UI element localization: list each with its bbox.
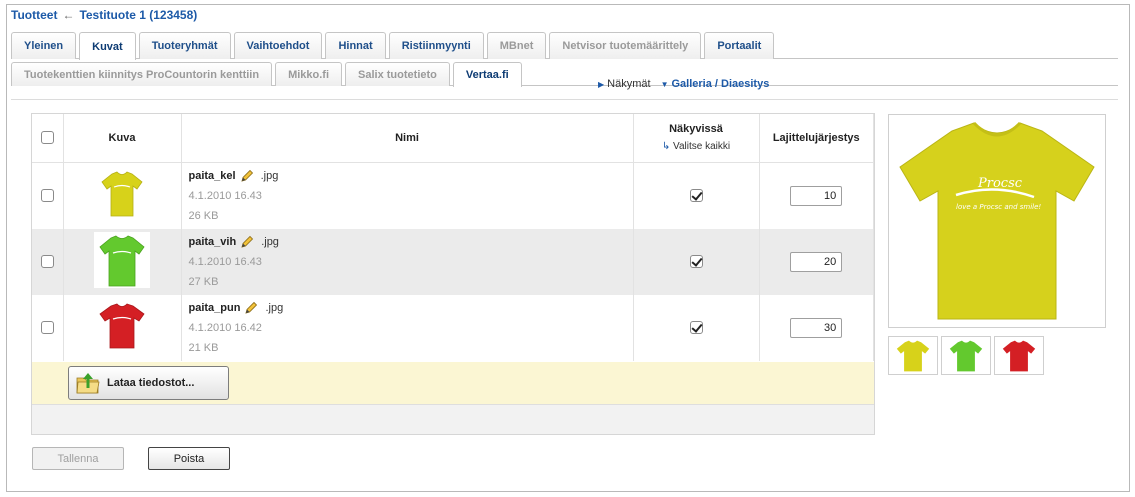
visible-checkbox[interactable] <box>689 255 703 268</box>
tab-yleinen[interactable]: Yleinen <box>11 32 77 59</box>
header-name: Nimi <box>181 114 634 163</box>
tab-vaihtoehdot[interactable]: Vaihtoehdot <box>233 32 323 59</box>
tshirt-icon <box>1002 340 1036 371</box>
tab-kuvat[interactable]: Kuvat <box>79 32 136 60</box>
tab-portaalit[interactable]: Portaalit <box>704 32 775 59</box>
tab-hinnat[interactable]: Hinnat <box>325 32 386 59</box>
upload-files-button[interactable]: Lataa tiedostot... <box>68 366 229 400</box>
row-checkbox[interactable] <box>40 189 54 202</box>
pencil-icon[interactable] <box>240 169 254 183</box>
order-input[interactable]: 10 <box>790 185 843 206</box>
header-visible-label: Näkyvissä <box>669 123 723 136</box>
upload-row: Lataa tiedostot... <box>32 362 874 404</box>
thumbnail-red[interactable] <box>994 336 1044 375</box>
table-row: paita_kel .jpg 4.1.2010 16.43 26 KB 10 <box>32 162 874 229</box>
upload-files-label: Lataa tiedostot... <box>107 377 195 389</box>
tshirt-icon <box>949 340 983 371</box>
preview-thumbnails <box>888 336 1044 375</box>
tab-procountor[interactable]: Tuotekenttien kiinnitys ProCountorin ken… <box>11 62 273 86</box>
delete-button[interactable]: Poista <box>148 447 230 470</box>
table-row: paita_pun .jpg 4.1.2010 16.42 21 KB 30 <box>32 294 874 361</box>
header-order: Lajittelujärjestys <box>759 114 874 163</box>
tshirt-thumbnail-icon[interactable] <box>94 232 150 288</box>
save-button[interactable]: Tallenna <box>32 447 124 470</box>
header-visible: Näkyvissä ↳ Valitse kaikki <box>633 114 760 163</box>
tshirt-icon <box>896 340 930 371</box>
file-size: 21 KB <box>188 341 219 354</box>
file-name: paita_vih <box>188 235 237 248</box>
primary-tabs: Yleinen Kuvat Tuoteryhmät Vaihtoehdot Hi… <box>11 32 775 60</box>
pencil-icon[interactable] <box>240 235 254 249</box>
views-selected-label: Galleria / Diaesitys <box>671 78 770 90</box>
triangle-right-icon: ▶ <box>598 80 605 89</box>
arrow-icon: ↳ <box>661 141 671 153</box>
file-name: paita_kel <box>188 169 236 182</box>
tab-vertaa[interactable]: Vertaa.fi <box>452 62 522 87</box>
file-date: 4.1.2010 16.43 <box>188 255 262 268</box>
tab-mbnet[interactable]: MBnet <box>486 32 547 59</box>
views-label: Näkymät <box>607 78 651 90</box>
tshirt-thumbnail-icon[interactable] <box>100 170 144 218</box>
tshirt-thumbnail-icon[interactable] <box>98 302 146 350</box>
thumbnail-yellow[interactable] <box>888 336 938 375</box>
triangle-down-icon: ▼ <box>660 80 669 89</box>
order-input[interactable]: 20 <box>790 251 843 272</box>
tshirt-preview-image: Procsc love a Procsc and smile! <box>899 121 1095 320</box>
select-all-checkbox[interactable] <box>40 131 54 145</box>
grid-footer <box>32 404 874 434</box>
tab-netvisor[interactable]: Netvisor tuotemäärittely <box>549 32 702 59</box>
preview-shirt-brand: Procsc <box>977 176 1023 191</box>
tab-tuoteryhmat[interactable]: Tuoteryhmät <box>138 32 231 59</box>
views-selected[interactable]: ▼ Galleria / Diaesitys <box>661 78 770 90</box>
table-row: paita_vih .jpg 4.1.2010 16.43 27 KB 20 <box>32 228 874 295</box>
row-checkbox[interactable] <box>40 321 54 334</box>
file-size: 26 KB <box>188 209 219 222</box>
header-image: Kuva <box>63 114 182 163</box>
select-all-link[interactable]: ↳ Valitse kaikki <box>635 141 758 152</box>
file-name: paita_pun <box>188 301 241 314</box>
breadcrumb-current[interactable]: Testituote 1 (123458) <box>79 8 197 22</box>
tab-ristiinmyynti[interactable]: Ristiinmyynti <box>388 32 484 59</box>
file-extension: .jpg <box>265 301 284 314</box>
file-date: 4.1.2010 16.42 <box>188 321 262 334</box>
thumbnail-green[interactable] <box>941 336 991 375</box>
visible-checkbox[interactable] <box>689 189 703 202</box>
tab-salix[interactable]: Salix tuotetieto <box>345 62 450 86</box>
breadcrumb-root-link[interactable]: Tuotteet <box>11 8 57 22</box>
preview-shirt-slogan: love a Procsc and smile! <box>956 203 1041 211</box>
row-checkbox[interactable] <box>40 255 54 268</box>
tab-mikko[interactable]: Mikko.fi <box>275 62 343 86</box>
view-switcher: ▶ Näkymät ▼ Galleria / Diaesitys <box>598 78 769 90</box>
views-menu[interactable]: ▶ Näkymät <box>598 78 651 90</box>
breadcrumb: Tuotteet ← Testituote 1 (123458) <box>11 8 197 22</box>
breadcrumb-separator: ← <box>62 8 75 22</box>
visible-checkbox[interactable] <box>689 321 703 334</box>
folder-upload-icon <box>76 373 100 394</box>
secondary-tabs: Tuotekenttien kiinnitys ProCountorin ken… <box>11 62 522 87</box>
file-date: 4.1.2010 16.43 <box>188 189 262 202</box>
file-extension: .jpg <box>261 235 279 248</box>
file-size: 27 KB <box>188 275 219 288</box>
image-grid: Kuva Nimi Näkyvissä ↳ Valitse kaikki Laj… <box>31 113 875 435</box>
content-divider <box>11 99 1118 100</box>
select-all-label: Valitse kaikki <box>673 141 731 153</box>
pencil-icon[interactable] <box>244 301 258 315</box>
header-checkbox-cell <box>32 114 64 163</box>
order-input[interactable]: 30 <box>790 317 843 338</box>
image-table: Kuva Nimi Näkyvissä ↳ Valitse kaikki Laj… <box>32 114 874 361</box>
file-extension: .jpg <box>260 169 279 182</box>
image-preview[interactable]: Procsc love a Procsc and smile! <box>888 114 1106 328</box>
